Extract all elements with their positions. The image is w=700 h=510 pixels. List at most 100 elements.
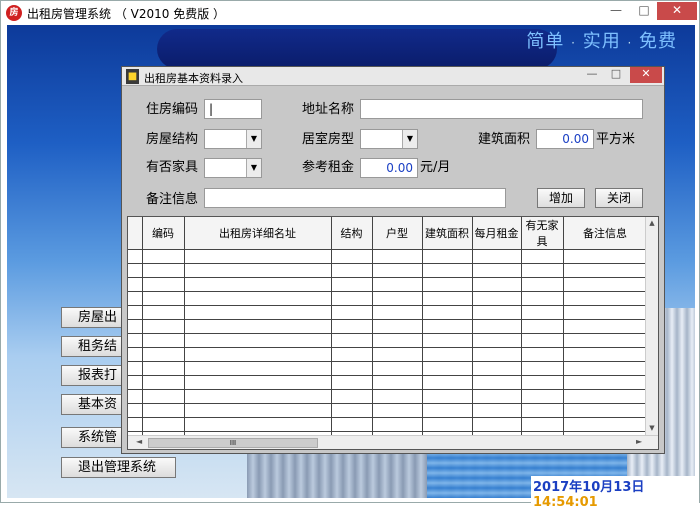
table-cell[interactable] [422, 277, 473, 292]
house-code-input[interactable]: | [204, 99, 262, 119]
table-cell[interactable] [142, 333, 185, 348]
table-cell[interactable] [128, 389, 143, 404]
table-cell[interactable] [128, 249, 143, 264]
table-row[interactable] [128, 417, 648, 432]
table-cell[interactable] [521, 403, 564, 418]
table-cell[interactable] [331, 375, 373, 390]
table-cell[interactable] [422, 305, 473, 320]
exit-system-button[interactable]: 退出管理系统 [61, 457, 176, 478]
table-cell[interactable] [372, 291, 423, 306]
table-row[interactable] [128, 375, 648, 390]
table-cell[interactable] [184, 291, 332, 306]
room-type-select[interactable]: ▼ [360, 129, 418, 149]
table-cell[interactable] [472, 403, 522, 418]
close-dialog-button[interactable]: 关闭 [595, 188, 643, 208]
table-row[interactable] [128, 319, 648, 334]
table-cell[interactable] [128, 347, 143, 362]
table-cell[interactable] [184, 389, 332, 404]
column-header-address[interactable]: 出租房详细名址 [184, 217, 332, 250]
table-cell[interactable] [372, 319, 423, 334]
table-cell[interactable] [472, 277, 522, 292]
table-cell[interactable] [184, 417, 332, 432]
column-header-rent[interactable]: 每月租金 [472, 217, 522, 250]
table-cell[interactable] [472, 347, 522, 362]
table-cell[interactable] [142, 361, 185, 376]
table-row[interactable] [128, 403, 648, 418]
scroll-up-arrow-icon[interactable]: ▲ [646, 217, 658, 230]
table-cell[interactable] [142, 403, 185, 418]
table-cell[interactable] [563, 375, 648, 390]
table-cell[interactable] [472, 291, 522, 306]
table-cell[interactable] [563, 277, 648, 292]
column-header-structure[interactable]: 结构 [331, 217, 373, 250]
table-cell[interactable] [521, 291, 564, 306]
furniture-select[interactable]: ▼ [204, 158, 262, 178]
table-cell[interactable] [128, 319, 143, 334]
table-cell[interactable] [563, 319, 648, 334]
table-row[interactable] [128, 305, 648, 320]
table-cell[interactable] [184, 375, 332, 390]
table-cell[interactable] [563, 263, 648, 278]
table-row[interactable] [128, 333, 648, 348]
table-cell[interactable] [128, 277, 143, 292]
table-cell[interactable] [563, 333, 648, 348]
table-cell[interactable] [142, 319, 185, 334]
table-cell[interactable] [422, 375, 473, 390]
table-cell[interactable] [563, 249, 648, 264]
table-cell[interactable] [472, 305, 522, 320]
table-row[interactable] [128, 249, 648, 264]
table-cell[interactable] [331, 417, 373, 432]
table-cell[interactable] [521, 277, 564, 292]
table-cell[interactable] [563, 403, 648, 418]
table-cell[interactable] [331, 319, 373, 334]
table-cell[interactable] [521, 361, 564, 376]
table-row[interactable] [128, 347, 648, 362]
table-cell[interactable] [372, 403, 423, 418]
table-cell[interactable] [331, 291, 373, 306]
table-cell[interactable] [372, 375, 423, 390]
scroll-left-arrow-icon[interactable]: ◄ [136, 437, 142, 446]
table-cell[interactable] [184, 277, 332, 292]
table-cell[interactable] [521, 305, 564, 320]
table-cell[interactable] [521, 347, 564, 362]
column-header-code[interactable]: 编码 [142, 217, 185, 250]
table-cell[interactable] [472, 263, 522, 278]
table-cell[interactable] [128, 333, 143, 348]
table-cell[interactable] [331, 263, 373, 278]
table-cell[interactable] [372, 305, 423, 320]
table-cell[interactable] [331, 277, 373, 292]
table-cell[interactable] [372, 389, 423, 404]
table-cell[interactable] [422, 361, 473, 376]
table-cell[interactable] [331, 249, 373, 264]
table-cell[interactable] [142, 263, 185, 278]
table-cell[interactable] [422, 263, 473, 278]
table-cell[interactable] [422, 319, 473, 334]
table-cell[interactable] [521, 249, 564, 264]
table-cell[interactable] [422, 389, 473, 404]
table-cell[interactable] [184, 347, 332, 362]
table-cell[interactable] [142, 375, 185, 390]
table-cell[interactable] [128, 263, 143, 278]
remark-input[interactable] [204, 188, 506, 208]
table-cell[interactable] [372, 347, 423, 362]
horizontal-scroll-thumb[interactable]: III [148, 438, 318, 448]
table-cell[interactable] [372, 361, 423, 376]
dialog-maximize-button[interactable]: □ [604, 67, 628, 83]
table-cell[interactable] [472, 361, 522, 376]
table-cell[interactable] [422, 333, 473, 348]
table-cell[interactable] [142, 291, 185, 306]
table-cell[interactable] [184, 263, 332, 278]
table-cell[interactable] [142, 249, 185, 264]
table-cell[interactable] [472, 333, 522, 348]
rent-input[interactable]: 0.00 [360, 158, 418, 178]
table-cell[interactable] [128, 361, 143, 376]
table-cell[interactable] [372, 417, 423, 432]
table-cell[interactable] [472, 417, 522, 432]
chevron-down-icon[interactable]: ▼ [246, 159, 261, 177]
table-row[interactable] [128, 277, 648, 292]
table-cell[interactable] [472, 375, 522, 390]
dialog-minimize-button[interactable]: — [580, 67, 604, 83]
table-cell[interactable] [331, 361, 373, 376]
table-cell[interactable] [422, 249, 473, 264]
table-cell[interactable] [563, 417, 648, 432]
